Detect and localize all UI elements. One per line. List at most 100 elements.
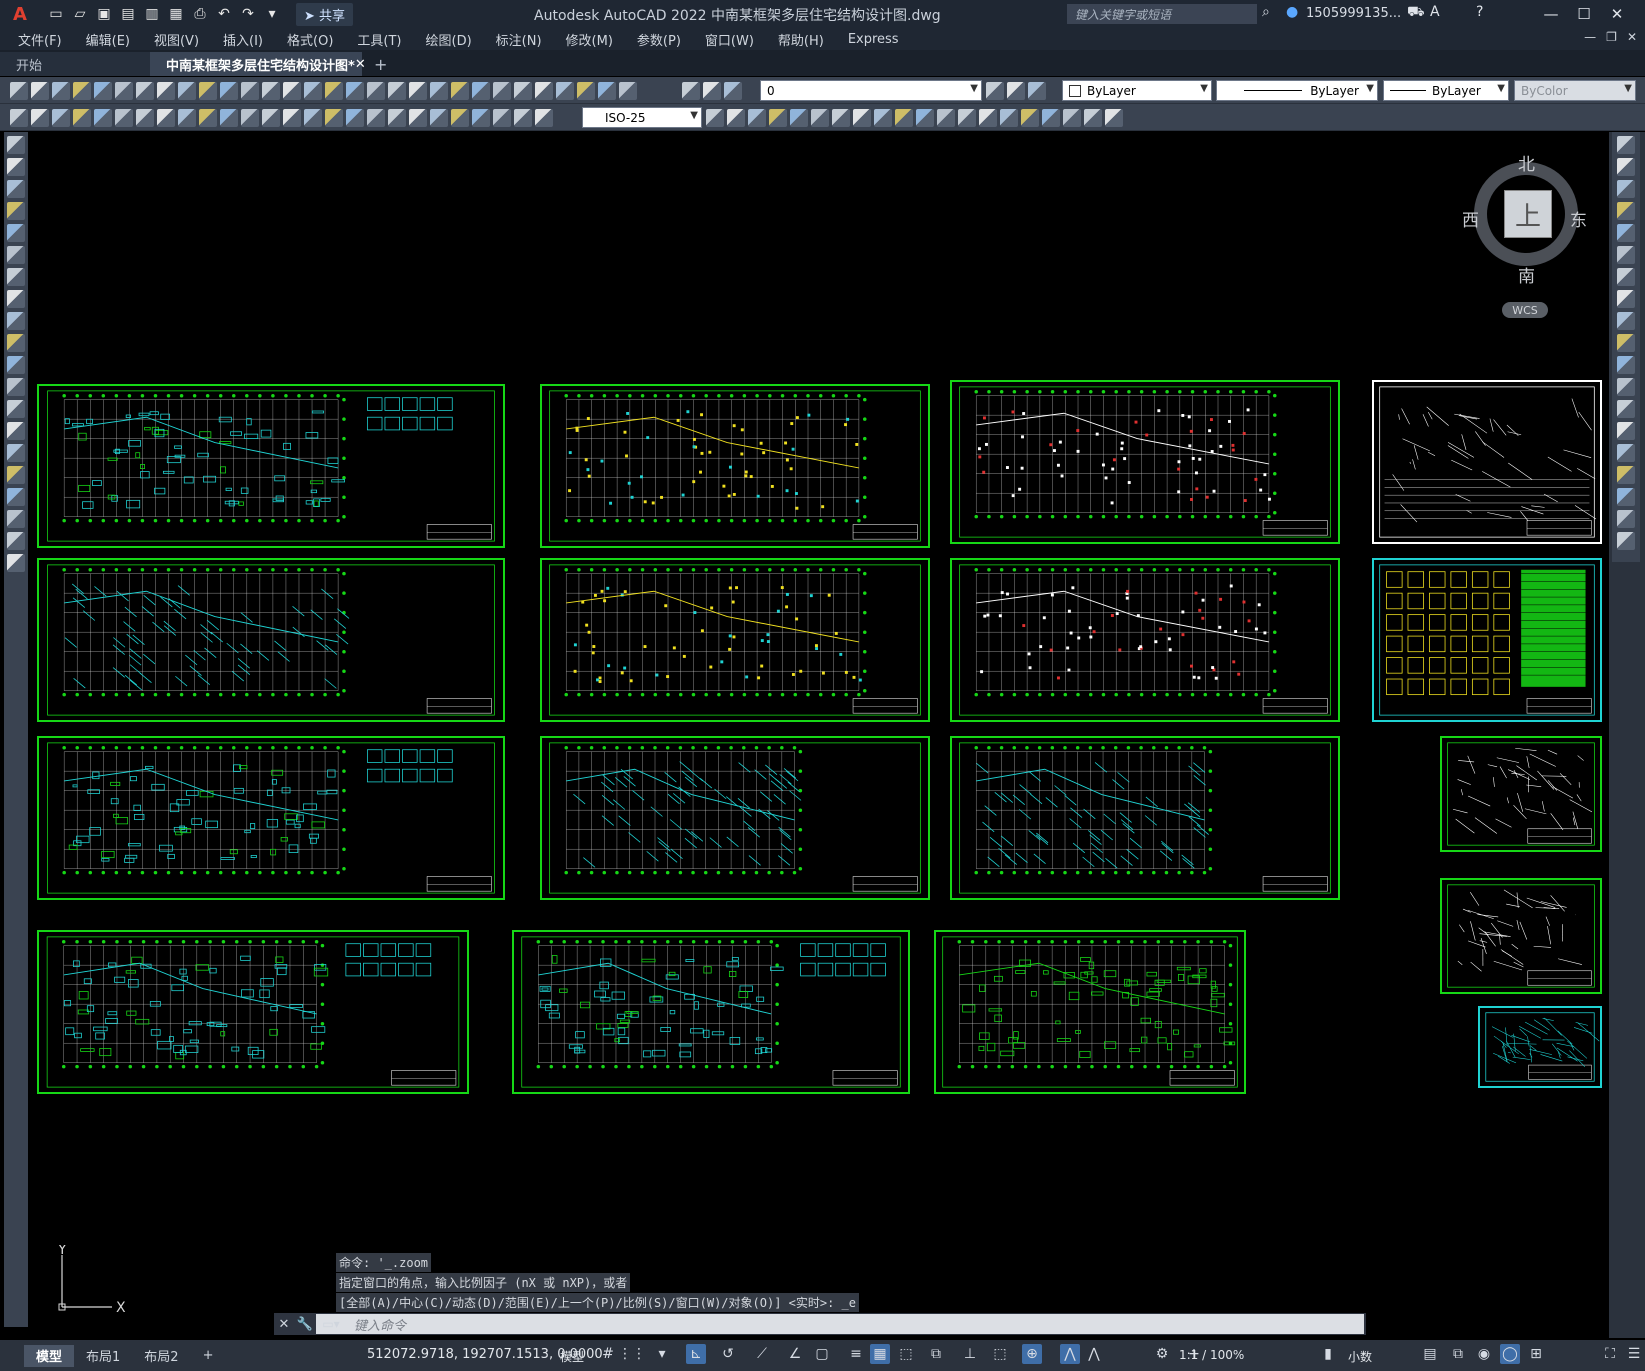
command-prompt-icon[interactable]: ▭▾: [316, 1314, 346, 1334]
command-input[interactable]: 键入命令: [346, 1314, 1364, 1334]
layer-tool-icon[interactable]: [703, 81, 721, 100]
drawing-sheet[interactable]: [512, 930, 910, 1094]
gizmo-icon[interactable]: ⊕: [1022, 1344, 1042, 1364]
lineweight-select[interactable]: ByLayer ▼: [1383, 80, 1509, 101]
viewcube-top-face[interactable]: 上: [1504, 190, 1552, 238]
dimension-tool-icon[interactable]: [10, 108, 28, 127]
modify-side-tool-icon[interactable]: [1617, 422, 1635, 440]
menu-express[interactable]: Express: [848, 32, 899, 47]
modify-side-tool-icon[interactable]: [1617, 290, 1635, 308]
dimension-tool-icon[interactable]: [346, 108, 364, 127]
drawing-sheet[interactable]: [37, 930, 469, 1094]
dimension-tool-icon[interactable]: [178, 108, 196, 127]
tab-model[interactable]: 模型: [24, 1344, 75, 1367]
menu-icon[interactable]: ☰: [1624, 1344, 1644, 1364]
save-as-icon[interactable]: ▤: [118, 4, 138, 24]
cart-icon[interactable]: ⛟: [1407, 4, 1425, 22]
drawing-sheet[interactable]: [1372, 380, 1602, 544]
transparency-icon[interactable]: ▦: [870, 1344, 890, 1364]
standard-tool-icon[interactable]: [346, 81, 364, 100]
drawing-sheet[interactable]: [950, 736, 1340, 900]
standard-tool-icon[interactable]: [493, 81, 511, 100]
drawing-sheet[interactable]: [1440, 878, 1602, 994]
drawing-sheet[interactable]: [37, 736, 505, 900]
dimension-tool-icon[interactable]: [241, 108, 259, 127]
autodesk-app-icon[interactable]: A: [1430, 4, 1440, 20]
standard-tool-icon[interactable]: [73, 81, 91, 100]
save-web-icon[interactable]: ▦: [166, 4, 186, 24]
modify-side-tool-icon[interactable]: [1617, 136, 1635, 154]
hardware-accel-icon[interactable]: ◉: [1474, 1344, 1494, 1364]
modify-side-tool-icon[interactable]: [1617, 224, 1635, 242]
dimension-tool-icon[interactable]: [493, 108, 511, 127]
standard-tool-icon[interactable]: [220, 81, 238, 100]
tab-drawing[interactable]: 中南某框架多层住宅结构设计图* ✕: [150, 52, 366, 76]
draw-tool-icon[interactable]: [7, 180, 25, 198]
menu-parametric[interactable]: 参数(P): [637, 30, 681, 49]
dimension-tool-icon[interactable]: [136, 108, 154, 127]
modify-side-tool-icon[interactable]: [1617, 202, 1635, 220]
dimension-tool-icon[interactable]: [283, 108, 301, 127]
modify-side-tool-icon[interactable]: [1617, 532, 1635, 550]
doc-restore-icon[interactable]: ❐: [1606, 30, 1617, 44]
standard-tool-icon[interactable]: [598, 81, 616, 100]
drawing-sheet[interactable]: [950, 380, 1340, 544]
minimize-button[interactable]: —: [1535, 2, 1567, 26]
modify-side-tool-icon[interactable]: [1617, 378, 1635, 396]
isolate-icon[interactable]: ⧉: [1448, 1344, 1468, 1364]
open-web-icon[interactable]: ▥: [142, 4, 162, 24]
clean-screen-icon[interactable]: ◯: [1500, 1344, 1520, 1364]
drawing-sheet[interactable]: [1478, 1006, 1602, 1088]
standard-tool-icon[interactable]: [31, 81, 49, 100]
draw-tool-icon[interactable]: [7, 202, 25, 220]
dimension-tool-icon[interactable]: [388, 108, 406, 127]
menu-file[interactable]: 文件(F): [18, 30, 62, 49]
new-tab-button[interactable]: +: [362, 52, 399, 76]
compass-east[interactable]: 东: [1570, 206, 1587, 231]
standard-tool-icon[interactable]: [577, 81, 595, 100]
drawing-sheet[interactable]: [934, 930, 1246, 1094]
drawing-sheet[interactable]: [37, 558, 505, 722]
draw-tool-icon[interactable]: [7, 400, 25, 418]
modify-side-tool-icon[interactable]: [1617, 510, 1635, 528]
modify-tool-icon[interactable]: [832, 108, 850, 127]
lineweight-icon[interactable]: ≡: [846, 1344, 866, 1364]
modify-side-tool-icon[interactable]: [1617, 268, 1635, 286]
selection-filter-icon[interactable]: ⬚: [990, 1344, 1010, 1364]
dimension-tool-icon[interactable]: [535, 108, 553, 127]
annotation-visibility-icon[interactable]: ⋀: [1060, 1344, 1080, 1364]
dimension-tool-icon[interactable]: [220, 108, 238, 127]
standard-tool-icon[interactable]: [283, 81, 301, 100]
standard-tool-icon[interactable]: [367, 81, 385, 100]
standard-tool-icon[interactable]: [178, 81, 196, 100]
annotation-scale[interactable]: 1:1 / 100%: [1179, 1348, 1244, 1362]
draw-tool-icon[interactable]: [7, 378, 25, 396]
draw-tool-icon[interactable]: [7, 312, 25, 330]
quick-properties-icon[interactable]: ▮: [1318, 1344, 1338, 1364]
draw-tool-icon[interactable]: [7, 510, 25, 528]
modify-side-tool-icon[interactable]: [1617, 444, 1635, 462]
linetype-select[interactable]: ByLayer ▼: [1216, 80, 1378, 101]
osnap-icon[interactable]: ▢: [812, 1344, 832, 1364]
close-button[interactable]: ✕: [1601, 2, 1633, 26]
menu-edit[interactable]: 编辑(E): [86, 30, 130, 49]
infer-icon[interactable]: ▾: [652, 1344, 672, 1364]
standard-tool-icon[interactable]: [619, 81, 637, 100]
modify-tool-icon[interactable]: [1105, 108, 1123, 127]
draw-tool-icon[interactable]: [7, 444, 25, 462]
modify-side-tool-icon[interactable]: [1617, 466, 1635, 484]
compass-west[interactable]: 西: [1462, 206, 1479, 231]
user-icon[interactable]: ●: [1286, 4, 1298, 20]
drawing-sheet[interactable]: [540, 384, 930, 548]
search-input[interactable]: 键入关键字或短语: [1067, 4, 1257, 24]
draw-tool-icon[interactable]: [7, 422, 25, 440]
standard-tool-icon[interactable]: [241, 81, 259, 100]
layer-state-tool-icon[interactable]: [1028, 81, 1046, 100]
draw-tool-icon[interactable]: [7, 532, 25, 550]
customize-wrench-icon[interactable]: 🔧: [294, 1317, 316, 1332]
polar-icon[interactable]: ↺: [718, 1344, 738, 1364]
modify-tool-icon[interactable]: [748, 108, 766, 127]
menu-format[interactable]: 格式(O): [287, 30, 333, 49]
draw-tool-icon[interactable]: [7, 554, 25, 572]
standard-tool-icon[interactable]: [388, 81, 406, 100]
